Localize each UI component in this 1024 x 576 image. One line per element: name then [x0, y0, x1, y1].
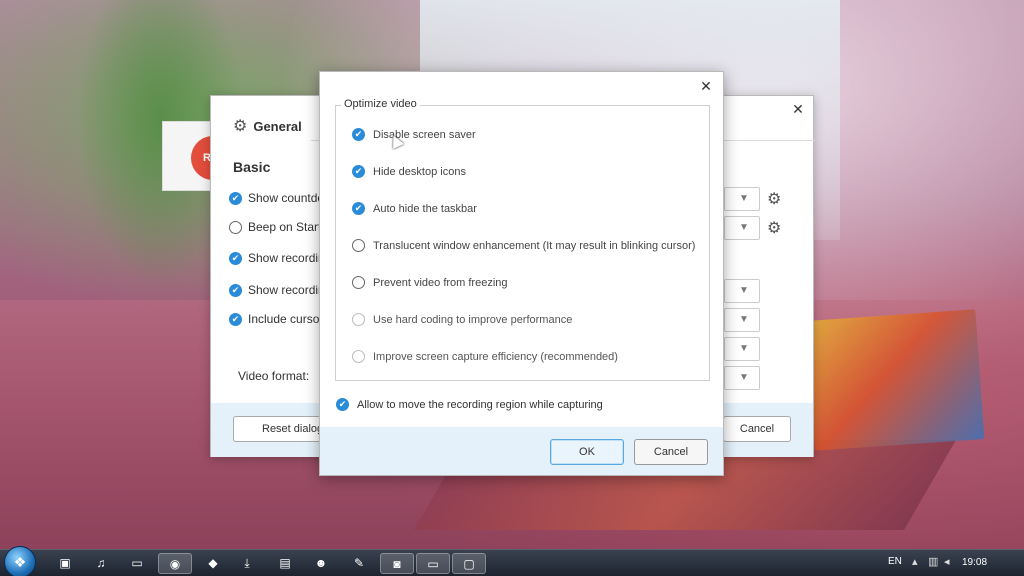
settings-close-button[interactable]: ✕	[789, 100, 807, 118]
settings-cancel-button[interactable]: Cancel	[723, 416, 791, 442]
option-hide-desktop-icons[interactable]: ✔ Hide desktop icons	[352, 165, 466, 178]
taskbar: ❖ ▣ ♫ ▭ ◉ ◆ ⤓ ▤ ☻ ✎ ◙ ▭ ▢ EN ▴ ▥ ◂ 19:08	[0, 546, 1024, 576]
chevron-down-icon: ▼	[739, 285, 749, 296]
option-disable-screen-saver[interactable]: ✔ Disable screen saver	[352, 128, 476, 141]
optimize-close-button[interactable]: ✕	[697, 77, 715, 95]
background-magazine	[805, 309, 985, 451]
chevron-down-icon: ▼	[739, 222, 749, 233]
dropdown-2[interactable]: ▼	[724, 216, 760, 240]
option-label: Translucent window enhancement (It may r…	[373, 239, 696, 252]
settings-title: General	[253, 118, 302, 134]
option-label: Use hard coding to improve performance	[373, 313, 573, 326]
option-label: Show countdo	[248, 191, 325, 205]
option-label: Beep on Start	[248, 220, 322, 234]
checkbox-unchecked-icon	[352, 239, 365, 252]
chevron-down-icon: ▼	[739, 193, 749, 204]
option-show-countdown[interactable]: ✔ Show countdo	[229, 191, 324, 205]
checkbox-checked-icon: ✔	[352, 202, 365, 215]
chevron-down-icon: ▼	[739, 343, 749, 354]
chevron-down-icon: ▼	[739, 372, 749, 383]
option-label: Prevent video from freezing	[373, 276, 508, 289]
checkbox-checked-icon: ✔	[229, 191, 242, 205]
option-capture-efficiency[interactable]: Improve screen capture efficiency (recom…	[352, 350, 618, 363]
checkbox-checked-icon: ✔	[352, 128, 365, 141]
dropdown-4[interactable]: ▼	[724, 308, 760, 332]
group-title: Optimize video	[341, 98, 420, 110]
gears-icon: ⚙	[233, 118, 248, 135]
gear-icon[interactable]: ⚙	[767, 218, 781, 238]
option-include-cursor[interactable]: ✔ Include cursor	[229, 312, 323, 326]
option-label: Hide desktop icons	[373, 165, 466, 178]
optimize-footer: OK Cancel	[320, 427, 723, 475]
cancel-button[interactable]: Cancel	[634, 439, 708, 465]
settings-section-title: Basic	[233, 159, 271, 175]
taskbar-app-download-icon[interactable]: ⤓	[230, 553, 264, 574]
taskbar-app-editor-icon[interactable]: ✎	[342, 553, 376, 574]
checkbox-checked-icon: ✔	[229, 251, 242, 265]
video-format-label: Video format:	[238, 369, 310, 383]
checkbox-disabled-icon	[352, 350, 365, 363]
option-prevent-freezing[interactable]: Prevent video from freezing	[352, 276, 508, 289]
option-label: Include cursor	[248, 312, 324, 326]
taskbar-app-capture-icon[interactable]: ▭	[416, 553, 450, 574]
option-label: Improve screen capture efficiency (recom…	[373, 350, 618, 363]
optimize-video-dialog: ✕ Optimize video ✔ Disable screen saver …	[319, 71, 724, 476]
option-label: Show recordin	[248, 283, 325, 297]
taskbar-app-recorder-icon[interactable]: ◙	[380, 553, 414, 574]
checkbox-checked-icon: ✔	[352, 165, 365, 178]
tray-clock[interactable]: 19:08	[962, 557, 987, 568]
checkbox-disabled-icon	[352, 313, 365, 326]
taskbar-app-game-icon[interactable]: ☻	[304, 553, 338, 574]
option-auto-hide-taskbar[interactable]: ✔ Auto hide the taskbar	[352, 202, 477, 215]
chevron-down-icon: ▼	[739, 314, 749, 325]
tray-volume-icon[interactable]: ◂	[944, 555, 950, 568]
option-show-recording-1[interactable]: ✔ Show recordin	[229, 251, 325, 265]
windows-logo-icon: ❖	[13, 554, 27, 570]
checkbox-checked-icon: ✔	[336, 398, 349, 411]
recorder-panel: R	[162, 121, 235, 191]
video-format-dropdown[interactable]: ▼	[724, 366, 760, 390]
checkbox-checked-icon: ✔	[229, 283, 242, 297]
dropdown-5[interactable]: ▼	[724, 337, 760, 361]
taskbar-app-computer-icon[interactable]: ▭	[120, 553, 154, 574]
checkbox-checked-icon: ✔	[229, 312, 242, 326]
option-label: Auto hide the taskbar	[373, 202, 477, 215]
option-translucent-window[interactable]: Translucent window enhancement (It may r…	[352, 239, 695, 252]
dropdown-3[interactable]: ▼	[724, 279, 760, 303]
tray-language[interactable]: EN	[888, 556, 902, 567]
taskbar-app-music-icon[interactable]: ♫	[84, 553, 118, 574]
checkbox-unchecked-icon	[229, 220, 242, 234]
option-beep-on-start[interactable]: Beep on Start	[229, 220, 321, 234]
option-label: Show recordin	[248, 251, 325, 265]
taskbar-app-package-icon[interactable]: ◆	[196, 553, 230, 574]
taskbar-app-monitor-icon[interactable]: ▣	[48, 553, 82, 574]
gear-icon[interactable]: ⚙	[767, 189, 781, 209]
option-show-recording-2[interactable]: ✔ Show recordin	[229, 283, 325, 297]
taskbar-app-window-icon[interactable]: ▢	[452, 553, 486, 574]
taskbar-app-firefox-icon[interactable]: ◉	[158, 553, 192, 574]
start-button[interactable]: ❖	[4, 546, 36, 576]
tray-network-icon[interactable]: ▥	[928, 555, 938, 568]
dropdown-1[interactable]: ▼	[724, 187, 760, 211]
settings-header: ⚙ General	[233, 116, 302, 136]
tray-expand-icon[interactable]: ▴	[912, 555, 918, 568]
option-label: Allow to move the recording region while…	[357, 398, 603, 411]
taskbar-app-folder-icon[interactable]: ▤	[268, 553, 302, 574]
ok-button[interactable]: OK	[550, 439, 624, 465]
option-hard-coding[interactable]: Use hard coding to improve performance	[352, 313, 572, 326]
option-allow-move-region[interactable]: ✔ Allow to move the recording region whi…	[336, 398, 603, 411]
checkbox-unchecked-icon	[352, 276, 365, 289]
